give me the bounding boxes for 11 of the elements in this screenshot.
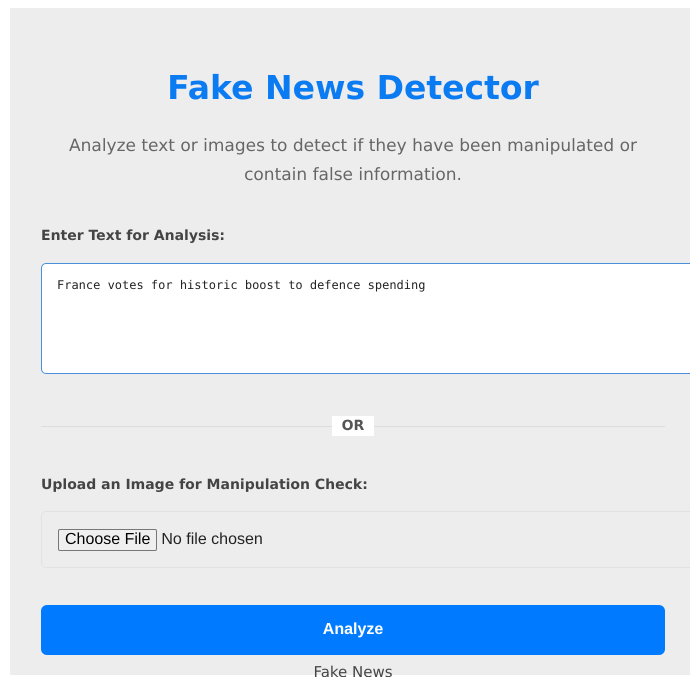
field-label: Enter Text for Analysis: [41, 227, 226, 246]
subtitle: Analyze text or images to detect if they have been manipulated or contain false information. [68, 135, 638, 187]
app-title: Fake News Detector [166, 67, 540, 108]
divider-label: OR [332, 416, 374, 436]
analyze-button[interactable]: Analyze [41, 605, 665, 655]
file-upload-field[interactable]: Choose File No file chosen [41, 511, 690, 568]
choose-file-button[interactable]: Choose File [58, 528, 158, 550]
file-status: No file chosen [161, 530, 263, 548]
result-text: Fake News [312, 663, 394, 677]
text-field[interactable]: France votes for historic boost to defence spending [41, 263, 690, 374]
field-label: Upload an Image for Manipulation Check: [41, 476, 369, 495]
